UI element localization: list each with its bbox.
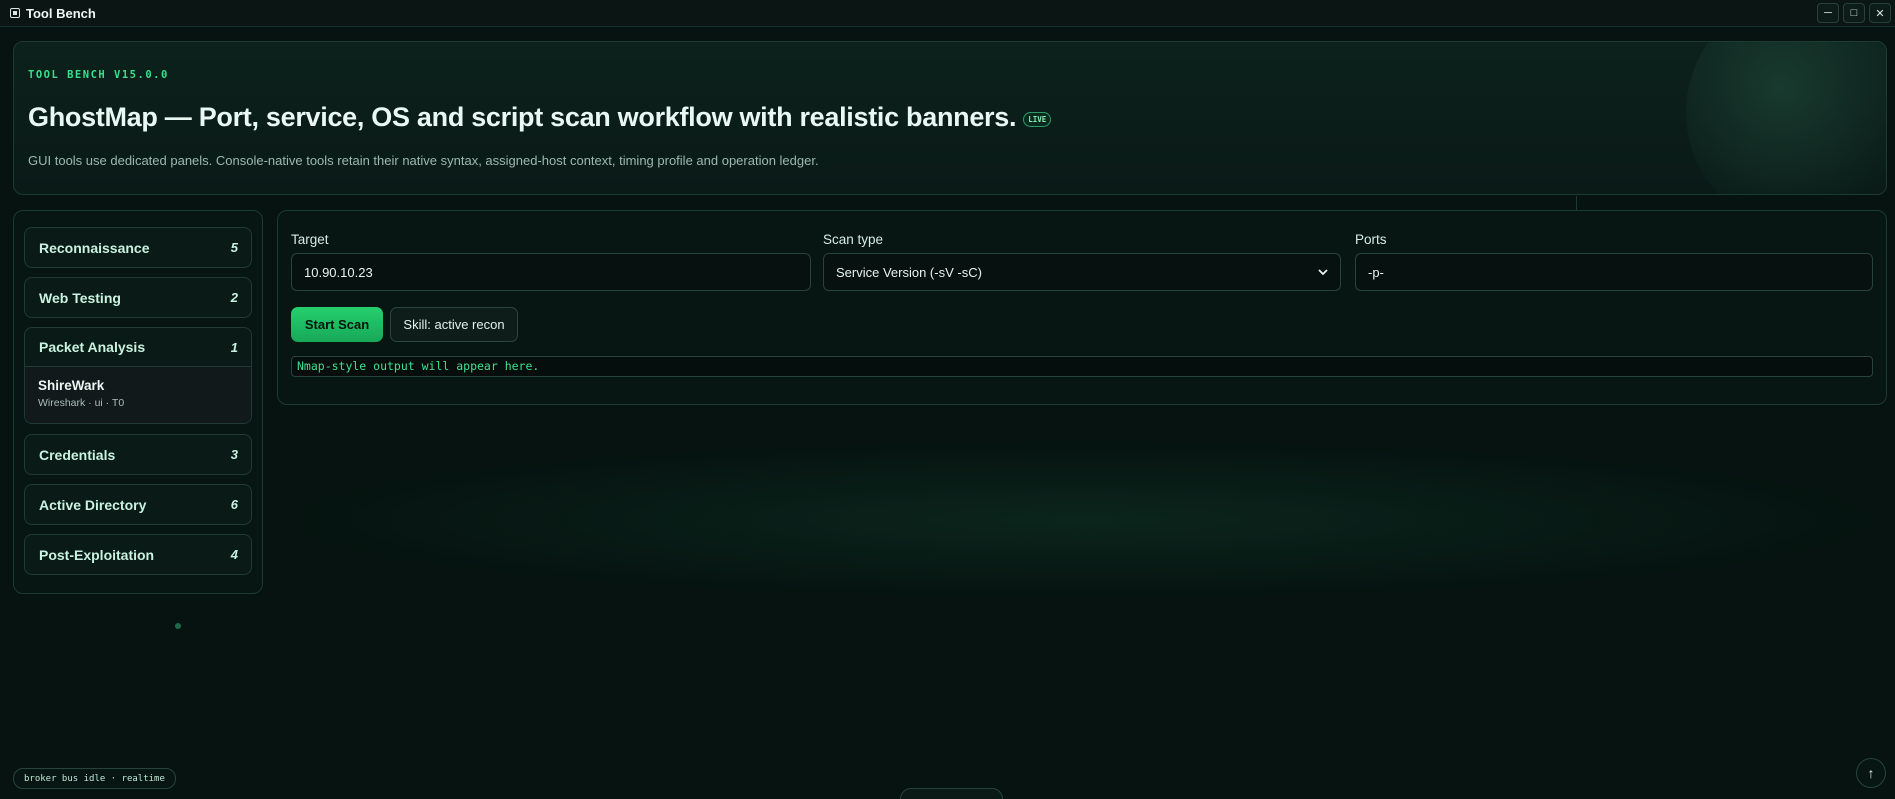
category-count: 5: [230, 240, 238, 255]
category-credentials[interactable]: Credentials 3: [24, 434, 252, 475]
background-glow: [270, 440, 1895, 600]
scroll-to-top-button[interactable]: ↑: [1856, 758, 1886, 788]
status-dot: [175, 623, 181, 629]
tool-meta: Wireshark · ui · T0: [38, 397, 125, 409]
scan-output: Nmap-style output will appear here.: [291, 356, 1873, 377]
decorative-orb: [1686, 42, 1886, 194]
ports-value: -p-: [1368, 264, 1384, 280]
window-controls: ─ □ ✕: [1817, 3, 1891, 23]
page-title: GhostMap — Port, service, OS and script …: [28, 102, 1017, 132]
status-badge: broker bus idle · realtime: [13, 768, 176, 789]
category-label: Active Directory: [39, 496, 147, 513]
live-badge: LIVE: [1023, 112, 1052, 127]
category-count: 6: [230, 497, 238, 512]
headline-row: GhostMap — Port, service, OS and script …: [28, 102, 1052, 133]
window-title: Tool Bench: [26, 5, 96, 21]
window-titlebar: Tool Bench ─ □ ✕: [0, 0, 1895, 27]
category-label: Post-Exploitation: [39, 546, 155, 563]
category-web-testing[interactable]: Web Testing 2: [24, 277, 252, 318]
hero-banner: TOOL BENCH V15.0.0 GhostMap — Port, serv…: [13, 41, 1887, 195]
category-packet-analysis[interactable]: Packet Analysis 1 ShireWark Wireshark · …: [24, 327, 252, 424]
category-count: 2: [230, 290, 238, 305]
start-scan-button[interactable]: Start Scan: [291, 307, 383, 342]
tool-category-sidebar: Reconnaissance 5 Web Testing 2 Packet An…: [13, 210, 263, 594]
ports-label: Ports: [1355, 232, 1387, 247]
scan-type-label: Scan type: [823, 232, 884, 247]
close-button[interactable]: ✕: [1869, 3, 1891, 23]
category-reconnaissance[interactable]: Reconnaissance 5: [24, 227, 252, 268]
target-value: 10.90.10.23: [304, 264, 373, 280]
maximize-button[interactable]: □: [1843, 3, 1865, 23]
chevron-down-icon: [1318, 265, 1328, 279]
category-label: Reconnaissance: [39, 239, 150, 256]
app-icon: [10, 8, 20, 18]
category-post-exploitation[interactable]: Post-Exploitation 4: [24, 534, 252, 575]
scan-type-value: Service Version (-sV -sC): [836, 264, 982, 280]
category-label: Packet Analysis: [39, 339, 146, 355]
tool-item-shirewark[interactable]: ShireWark Wireshark · ui · T0: [25, 367, 251, 423]
ports-input[interactable]: -p-: [1355, 253, 1873, 291]
target-input[interactable]: 10.90.10.23: [291, 253, 811, 291]
category-active-directory[interactable]: Active Directory 6: [24, 484, 252, 525]
minimize-button[interactable]: ─: [1817, 3, 1839, 23]
category-count: 1: [230, 339, 238, 355]
app-version: TOOL BENCH V15.0.0: [28, 69, 169, 81]
category-label: Credentials: [39, 446, 116, 463]
target-label: Target: [291, 232, 329, 247]
skill-button[interactable]: Skill: active recon: [390, 307, 518, 342]
scan-panel: Target 10.90.10.23 Scan type Service Ver…: [277, 210, 1887, 405]
category-label: Web Testing: [39, 289, 121, 306]
category-count: 3: [230, 447, 238, 462]
tool-name: ShireWark: [38, 378, 105, 393]
bottom-tab[interactable]: [900, 788, 1003, 799]
category-count: 4: [230, 547, 238, 562]
page-description: GUI tools use dedicated panels. Console-…: [28, 153, 819, 168]
scan-type-select[interactable]: Service Version (-sV -sC): [823, 253, 1341, 291]
